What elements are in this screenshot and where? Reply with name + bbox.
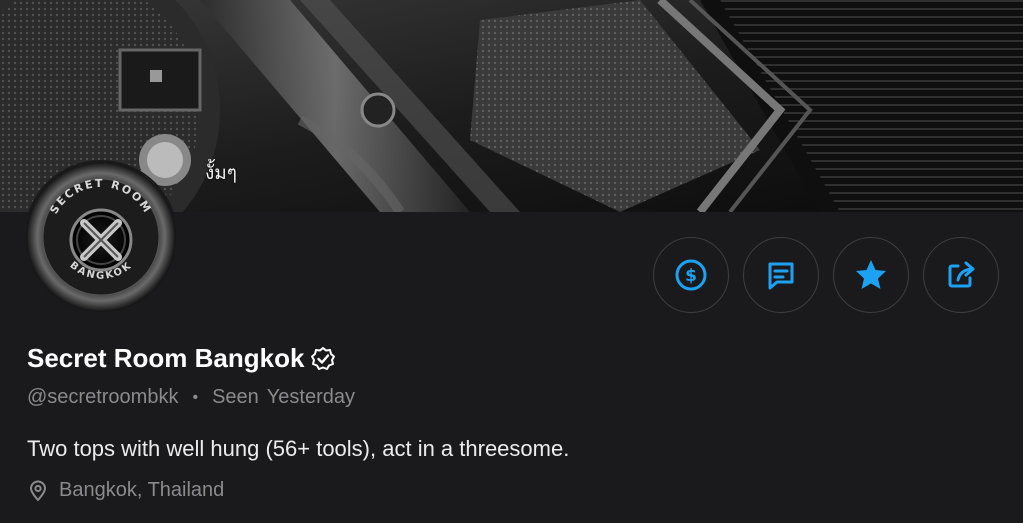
tip-button[interactable]: $: [653, 237, 729, 313]
profile-handle: @secretroombkk: [27, 386, 179, 408]
avatar[interactable]: SECRET ROOM BANGKOK: [26, 162, 176, 312]
share-icon: [948, 261, 975, 288]
meta-separator: •: [192, 388, 199, 406]
avatar-logo: SECRET ROOM BANGKOK: [26, 162, 176, 312]
message-icon: [768, 262, 794, 290]
profile-location: Bangkok, Thailand: [59, 479, 225, 501]
location-pin-icon: [30, 480, 46, 501]
dollar-coin-icon: $: [675, 259, 707, 291]
svg-text:$: $: [685, 266, 697, 286]
favorite-button[interactable]: [833, 237, 909, 313]
verified-badge-icon: [311, 346, 336, 370]
profile-bio: Two tops with well hung (56+ tools), act…: [27, 436, 570, 461]
banner-artwork: [0, 0, 1023, 212]
star-icon: [856, 260, 886, 289]
share-button[interactable]: [923, 237, 999, 313]
profile-meta-row: @secretroombkk • Seen Yesterday: [27, 386, 355, 409]
profile-actions: $: [653, 237, 999, 313]
profile-name-row: Secret Room Bangkok: [27, 343, 336, 374]
banner-caption: งั้มๆ: [205, 162, 238, 184]
profile-location-row: Bangkok, Thailand: [29, 479, 224, 502]
seen-time: Yesterday: [266, 386, 356, 408]
message-button[interactable]: [743, 237, 819, 313]
profile-display-name: Secret Room Bangkok: [27, 343, 305, 373]
profile-banner: งั้มๆ: [0, 0, 1023, 212]
seen-label: Seen: [212, 386, 259, 408]
